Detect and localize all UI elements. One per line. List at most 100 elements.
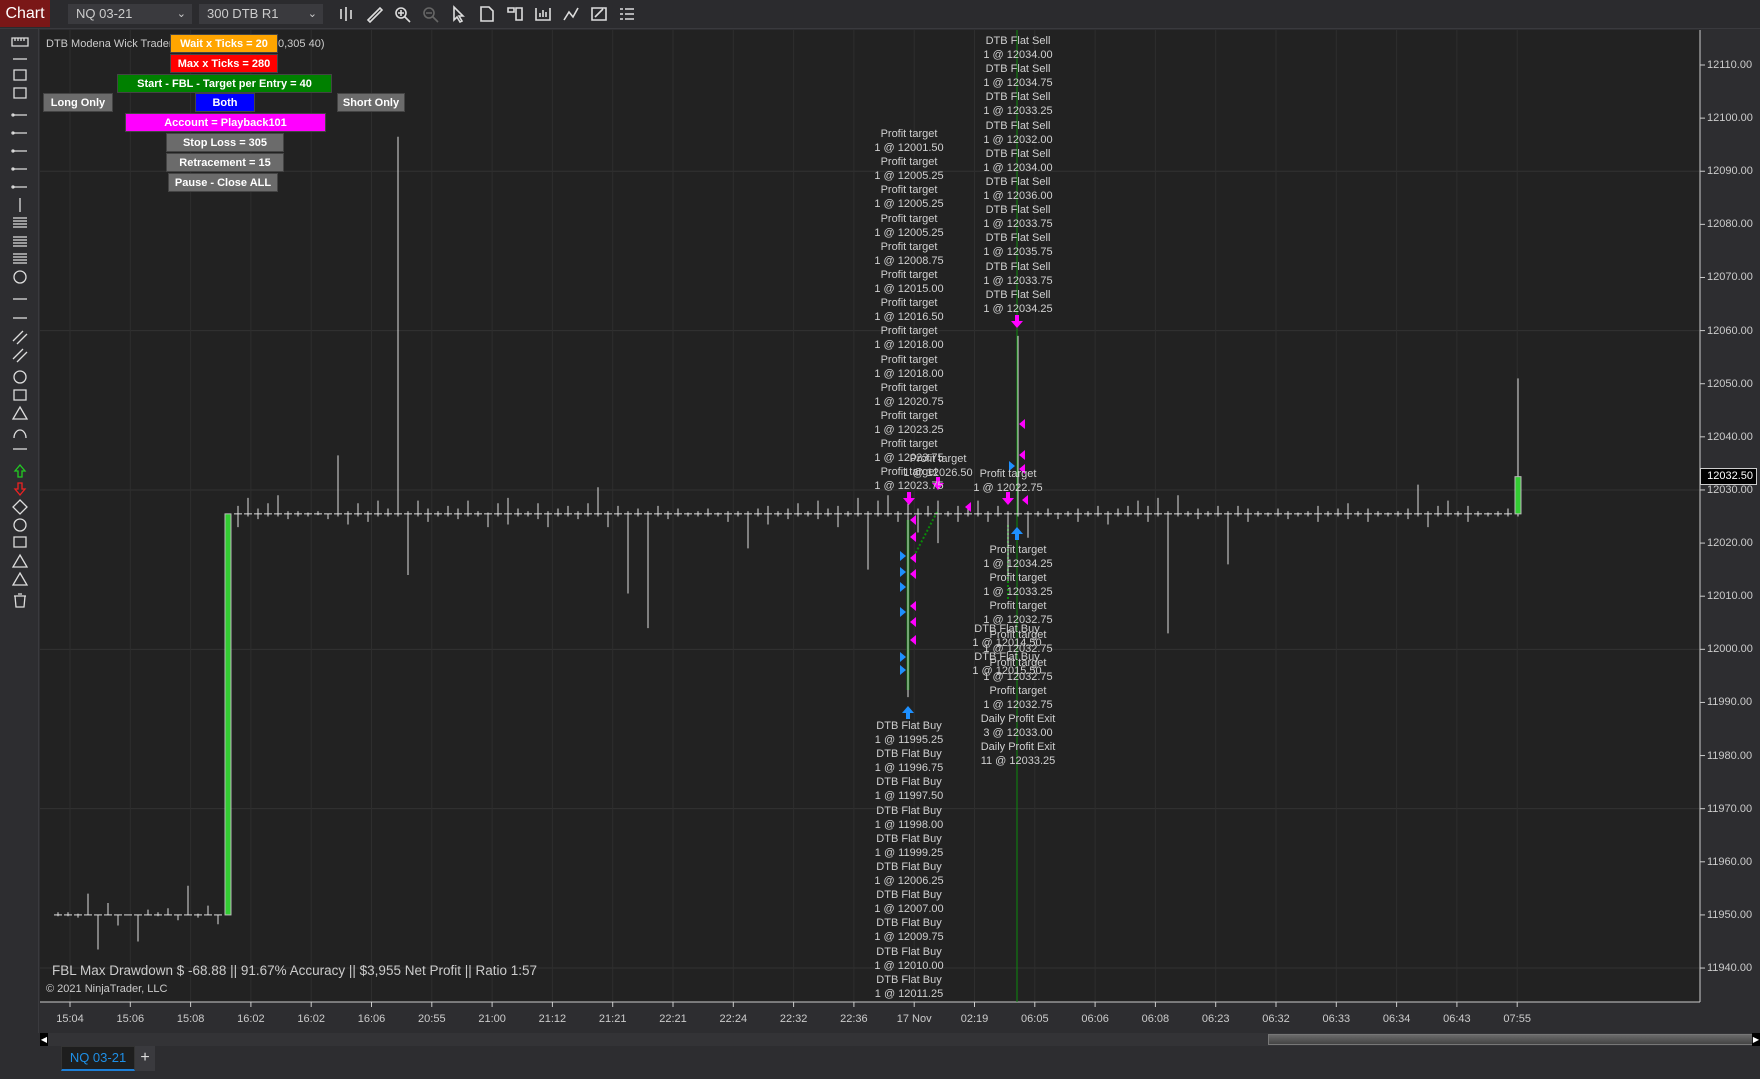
order-annotation: Profit target 1 @ 12032.75 xyxy=(983,684,1052,712)
order-annotation: Daily Profit Exit 11 @ 12033.25 xyxy=(981,740,1056,768)
order-fill: 1 @ 12032.00 xyxy=(983,133,1053,146)
max-ticks-button[interactable]: Max x Ticks = 280 xyxy=(170,54,278,73)
price-label: 11940.00 xyxy=(1707,962,1753,975)
scroll-left-arrow-icon[interactable]: ◀ xyxy=(40,1033,48,1046)
price-label: 12030.00 xyxy=(1707,483,1753,496)
order-label: DTB Flat Sell xyxy=(985,63,1051,76)
order-label: DTB Flat Sell xyxy=(985,91,1051,104)
scrollbar-thumb[interactable] xyxy=(1268,1034,1760,1045)
order-fill: 3 @ 12033.00 xyxy=(983,727,1053,740)
add-tab-button[interactable]: + xyxy=(135,1046,155,1071)
wait-ticks-button[interactable]: Wait x Ticks = 20 xyxy=(170,34,278,53)
order-annotation: DTB Flat Sell 1 @ 12033.75 xyxy=(983,260,1052,288)
order-fill: 1 @ 12035.75 xyxy=(983,246,1053,259)
order-fill: 1 @ 12006.25 xyxy=(874,875,944,888)
order-label: Profit target xyxy=(880,212,938,225)
long-only-button[interactable]: Long Only xyxy=(43,93,113,112)
order-label: Profit target xyxy=(880,325,938,338)
stop-loss-button[interactable]: Stop Loss = 305 xyxy=(166,133,284,152)
order-label: DTB Flat Sell xyxy=(985,260,1051,273)
order-fill: 1 @ 12034.00 xyxy=(983,49,1053,62)
order-fill: 1 @ 12010.00 xyxy=(874,959,944,972)
time-label: 22:21 xyxy=(659,1013,687,1025)
order-annotation: Profit target 1 @ 12018.00 xyxy=(874,353,943,381)
up-bar xyxy=(224,513,232,916)
price-label: 11950.00 xyxy=(1707,908,1753,921)
pause-close-all-button[interactable]: Pause - Close ALL xyxy=(168,173,278,192)
time-label: 16:02 xyxy=(237,1013,265,1025)
flat-buy-mid-labels: DTB Flat Buy 1 @ 12014.50 DTB Flat Buy 1 @ … xyxy=(972,622,1041,678)
short-only-button[interactable]: Short Only xyxy=(337,93,405,112)
flat-sell-labels: DTB Flat Sell 1 @ 12034.00 DTB Flat Sell 1 … xyxy=(983,34,1052,316)
order-fill: 1 @ 12034.00 xyxy=(983,161,1053,174)
account-button[interactable]: Account = Playback101 xyxy=(125,113,326,132)
order-annotation: DTB Flat Buy 1 @ 12010.00 xyxy=(874,945,943,973)
start-button[interactable]: Start - FBL - Target per Entry = 40 xyxy=(117,74,332,93)
order-annotation: DTB Flat Buy 1 @ 11999.25 xyxy=(875,832,943,860)
both-button[interactable]: Both xyxy=(195,93,255,112)
order-label: DTB Flat Buy xyxy=(876,889,942,902)
order-fill: 1 @ 12001.50 xyxy=(874,142,944,155)
time-label: 16:06 xyxy=(357,1013,386,1025)
order-fill: 1 @ 12007.00 xyxy=(874,903,944,916)
price-label: 12020.00 xyxy=(1707,537,1753,550)
order-label: DTB Flat Buy xyxy=(876,720,942,732)
profit-target-label: Profit target 1 @ 12026.50 xyxy=(903,452,972,480)
price-label: 11990.00 xyxy=(1707,696,1753,709)
order-label: DTB Flat Sell xyxy=(985,204,1051,217)
order-annotation: DTB Flat Sell 1 @ 12035.75 xyxy=(983,231,1052,259)
order-fill: 1 @ 12033.75 xyxy=(983,274,1053,287)
tab-nq-03-21[interactable]: NQ 03-21 xyxy=(61,1046,135,1071)
order-annotation: DTB Flat Sell 1 @ 12034.75 xyxy=(983,62,1052,90)
time-label: 16:02 xyxy=(297,1013,325,1025)
order-label: Profit target xyxy=(880,353,938,366)
order-annotation: DTB Flat Sell 1 @ 12032.00 xyxy=(983,119,1052,147)
time-label: 15:06 xyxy=(116,1013,145,1025)
order-fill: 1 @ 12008.75 xyxy=(874,254,944,267)
price-label: 12090.00 xyxy=(1707,165,1753,178)
order-label: Profit target xyxy=(880,268,938,281)
order-fill: 1 @ 12005.25 xyxy=(874,170,944,183)
scroll-right-arrow-icon[interactable]: ▶ xyxy=(1752,1033,1760,1046)
indicator-label: DTB Modena Wick Trader, xyxy=(46,38,175,50)
price-label: 12070.00 xyxy=(1707,271,1753,284)
price-label: 12000.00 xyxy=(1707,643,1753,656)
horizontal-scrollbar[interactable]: ◀ ▶ xyxy=(40,1033,1760,1046)
chart-background xyxy=(40,30,1700,1002)
order-fill: 1 @ 12033.25 xyxy=(983,105,1053,118)
order-fill: 1 @ 11996.75 xyxy=(874,762,944,775)
order-fill: 1 @ 12015.50 xyxy=(972,665,1042,678)
order-annotation: DTB Flat Sell 1 @ 12034.25 xyxy=(983,288,1052,316)
order-label: Profit target xyxy=(989,572,1047,585)
order-annotation: DTB Flat Sell 1 @ 12033.75 xyxy=(983,203,1052,231)
order-label: DTB Flat Buy xyxy=(974,651,1040,664)
order-annotation: DTB Flat Buy 1 @ 12007.00 xyxy=(874,888,943,916)
time-label: 06:08 xyxy=(1141,1013,1170,1025)
order-annotation: DTB Flat Buy 1 @ 12011.25 xyxy=(875,973,943,1001)
up-bar xyxy=(1514,476,1522,515)
order-fill: 11 @ 12033.25 xyxy=(980,755,1056,768)
order-fill: 1 @ 12023.75 xyxy=(874,480,944,493)
order-fill: 1 @ 12018.00 xyxy=(874,339,944,352)
price-label: 12110.00 xyxy=(1707,59,1753,71)
order-label: Profit target xyxy=(880,156,938,169)
time-label: 06:33 xyxy=(1322,1013,1351,1025)
time-label: 22:36 xyxy=(840,1013,868,1025)
price-label: 12100.00 xyxy=(1707,112,1753,125)
order-label: Profit target xyxy=(989,544,1047,556)
time-label: 06:05 xyxy=(1021,1013,1049,1025)
order-fill: 1 @ 12026.50 xyxy=(903,467,973,480)
price-label: 12060.00 xyxy=(1707,324,1753,337)
price-label: 11970.00 xyxy=(1707,802,1753,815)
price-label: 12080.00 xyxy=(1707,218,1753,231)
retracement-button[interactable]: Retracement = 15 xyxy=(166,153,284,172)
order-fill: 1 @ 11998.00 xyxy=(874,818,944,831)
time-label: 20:55 xyxy=(418,1013,446,1025)
order-annotation: DTB Flat Buy 1 @ 11997.50 xyxy=(875,775,943,803)
order-label: DTB Flat Sell xyxy=(985,147,1051,160)
order-label: DTB Flat Sell xyxy=(985,288,1051,301)
order-fill: 1 @ 12014.50 xyxy=(972,637,1042,650)
order-annotation: Profit target 1 @ 12020.75 xyxy=(874,381,943,409)
order-label: Profit target xyxy=(909,453,967,465)
order-label: DTB Flat Sell xyxy=(985,119,1051,132)
